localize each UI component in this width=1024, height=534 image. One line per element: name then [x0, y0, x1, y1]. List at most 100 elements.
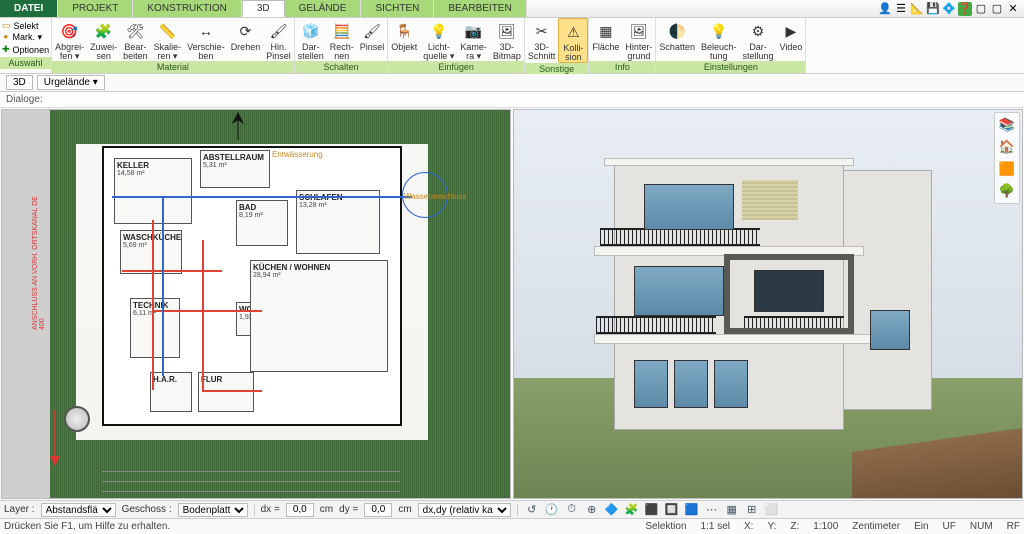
bottom-tool-icon[interactable]: 🔲 [664, 502, 680, 518]
floorplan-pane[interactable]: KELLER14,58 m²ABSTELLRAUM5,31 m² SCHLAFEN… [1, 109, 511, 499]
floorplan-room[interactable]: WASCHKÜCHE5,69 m² [120, 230, 182, 274]
mark-button[interactable]: ✦Mark. ▾ [2, 32, 49, 43]
optionen-button[interactable]: ✚Optionen [2, 44, 49, 55]
titlebar-icon[interactable]: 📐 [910, 2, 924, 16]
tab-konstruktion[interactable]: KONSTRUKTION [133, 0, 241, 17]
tab-projekt[interactable]: PROJEKT [58, 0, 133, 17]
ribbon-btn[interactable]: 🖼3D-Bitmap [490, 18, 524, 61]
window [634, 360, 668, 408]
bottom-tool-icon[interactable]: 🧩 [624, 502, 640, 518]
statusbar: Drücken Sie F1, um Hilfe zu erhalten. Se… [0, 518, 1024, 534]
titlebar-icon[interactable]: 💠 [942, 2, 956, 16]
coord-mode-select[interactable]: dx,dy (relativ ka [418, 503, 511, 517]
bottom-tool-icon[interactable]: ⬛ [644, 502, 660, 518]
dx-label: dx = [261, 504, 280, 515]
dx-input[interactable] [286, 503, 314, 517]
status-rf: RF [1007, 521, 1020, 532]
titlebar-icon[interactable]: ☰ [894, 2, 908, 16]
bottom-tool-icon[interactable]: ⊞ [744, 502, 760, 518]
ribbon-btn[interactable]: 🎯Abgrei-fen ▾ [52, 18, 87, 61]
tab-file[interactable]: DATEI [0, 0, 58, 17]
ribbon-icon: ↔ [195, 20, 217, 42]
titlebar-icon[interactable]: 💾 [926, 2, 940, 16]
room-name: KELLER [117, 161, 189, 170]
ribbon-btn[interactable]: ✂3D-Schnitt [525, 18, 559, 63]
ribbon-btn[interactable]: 🧊Dar-stellen [295, 18, 327, 61]
ribbon-btn-label: Schatten [659, 43, 695, 52]
status-selektion: Selektion [645, 521, 686, 532]
dy-input[interactable] [364, 503, 392, 517]
bottom-tool-icon[interactable]: ↺ [524, 502, 540, 518]
floorplan-room[interactable]: KÜCHEN / WOHNEN28,94 m² [250, 260, 388, 372]
floorplan-room[interactable]: SCHLAFEN13,28 m² [296, 190, 380, 254]
tab-3d[interactable]: 3D [242, 0, 285, 17]
house-icon[interactable]: 🏠 [998, 138, 1016, 156]
dimension-line [102, 481, 400, 482]
view-3d-chip[interactable]: 3D [6, 75, 33, 90]
ribbon-btn[interactable]: 🖼Hinter-grund [622, 18, 655, 61]
ribbon-btn[interactable]: ▶Video [777, 18, 806, 61]
ribbon-btn[interactable]: ⚙Dar-stellung [739, 18, 776, 61]
ribbon-btn[interactable]: 🖌Pinsel [357, 18, 388, 61]
ribbon-btn[interactable]: 🪑Objekt [388, 18, 420, 61]
bottom-tool-icon[interactable]: ⋯ [704, 502, 720, 518]
maximize-icon[interactable]: ▢ [990, 2, 1004, 16]
floorplan-room[interactable]: H.A.R. [150, 372, 192, 412]
titlebar-icon[interactable]: 👤 [878, 2, 892, 16]
selekt-button[interactable]: ▭Selekt [2, 20, 49, 31]
room-area: 13,28 m² [299, 202, 377, 209]
room-area: 5,31 m² [203, 162, 267, 169]
floorplan-room[interactable]: TECHNIK6,11 m² [130, 298, 180, 358]
minimize-icon[interactable]: ▢ [974, 2, 988, 16]
floorplan-room[interactable]: ABSTELLRAUM5,31 m² [200, 150, 270, 188]
ribbon-btn[interactable]: ⟳Drehen [228, 18, 264, 61]
floorplan-room[interactable]: BAD8,19 m² [236, 200, 288, 246]
water-line [162, 196, 164, 376]
tab-gelaende[interactable]: GELÄNDE [285, 0, 362, 17]
ribbon-btn[interactable]: ▦Fläche [589, 18, 622, 61]
ribbon-icon: ▶ [780, 20, 802, 42]
status-scale-sel: 1:1 sel [701, 521, 730, 532]
bottom-tool-icon[interactable]: ▦ [724, 502, 740, 518]
color-grid-icon[interactable]: 🟧 [998, 160, 1016, 178]
bottom-tool-icon[interactable]: ⏱ [564, 502, 580, 518]
ribbon-btn[interactable]: 🌓Schatten [656, 18, 698, 61]
status-y: Y: [767, 521, 776, 532]
bottom-tool-icon[interactable]: ⬜ [764, 502, 780, 518]
ribbon-icon: 🖌 [361, 20, 383, 42]
ribbon-btn-label: ben [198, 52, 213, 61]
geschoss-select[interactable]: Bodenplatt [178, 503, 248, 517]
layers-icon[interactable]: 📚 [998, 116, 1016, 134]
bottom-tool-icon[interactable]: 🕐 [544, 502, 560, 518]
tree-icon[interactable]: 🌳 [998, 182, 1016, 200]
layer-select[interactable]: Abstandsflä [41, 503, 116, 517]
ribbon-icon: 💡 [708, 20, 730, 42]
bottom-tool-icon[interactable]: ⊕ [584, 502, 600, 518]
ribbon-btn[interactable]: 📷Kame-ra ▾ [457, 18, 490, 61]
ribbon-btn-label: Drehen [231, 43, 261, 52]
floorplan-room[interactable]: KELLER14,58 m² [114, 158, 192, 224]
ribbon-btn[interactable]: 🛠Bear-beiten [120, 18, 151, 61]
ribbon-btn[interactable]: ⚠Kolli-sion [558, 18, 588, 63]
ribbon-btn[interactable]: 🖌Hin.Pinsel [263, 18, 294, 61]
close-icon[interactable]: ✕ [1006, 2, 1020, 16]
tab-sichten[interactable]: SICHTEN [361, 0, 434, 17]
3d-view-pane[interactable]: 📚 🏠 🟧 🌳 [513, 109, 1023, 499]
ribbon-btn[interactable]: 💡Beleuch-tung [698, 18, 740, 61]
floorplan-room[interactable]: FLUR [198, 372, 254, 412]
ribbon-btn[interactable]: 📏Skalie-ren ▾ [151, 18, 185, 61]
ribbon-icon: 🧩 [93, 20, 115, 42]
ribbon-btn-label: tung [710, 52, 728, 61]
bottom-tool-icon[interactable]: 🟦 [684, 502, 700, 518]
ribbon-btn[interactable]: ↔Verschie-ben [184, 18, 228, 61]
ribbon-btn[interactable]: 💡Licht-quelle ▾ [420, 18, 457, 61]
tab-bearbeiten[interactable]: BEARBEITEN [434, 0, 526, 17]
ribbon: ▭Selekt ✦Mark. ▾ ✚Optionen Auswahl 🎯Abgr… [0, 18, 1024, 74]
view-urgelaende-chip[interactable]: Urgelände ▾ [37, 75, 105, 90]
help-icon[interactable]: ❓ [958, 2, 972, 16]
ribbon-btn[interactable]: 🧮Rech-nen [327, 18, 357, 61]
bottom-tool-icon[interactable]: 🔷 [604, 502, 620, 518]
ribbon-btn[interactable]: 🧩Zuwei-sen [87, 18, 120, 61]
room-name: BAD [239, 203, 285, 212]
ribbon-icon: 🖌 [267, 20, 289, 42]
